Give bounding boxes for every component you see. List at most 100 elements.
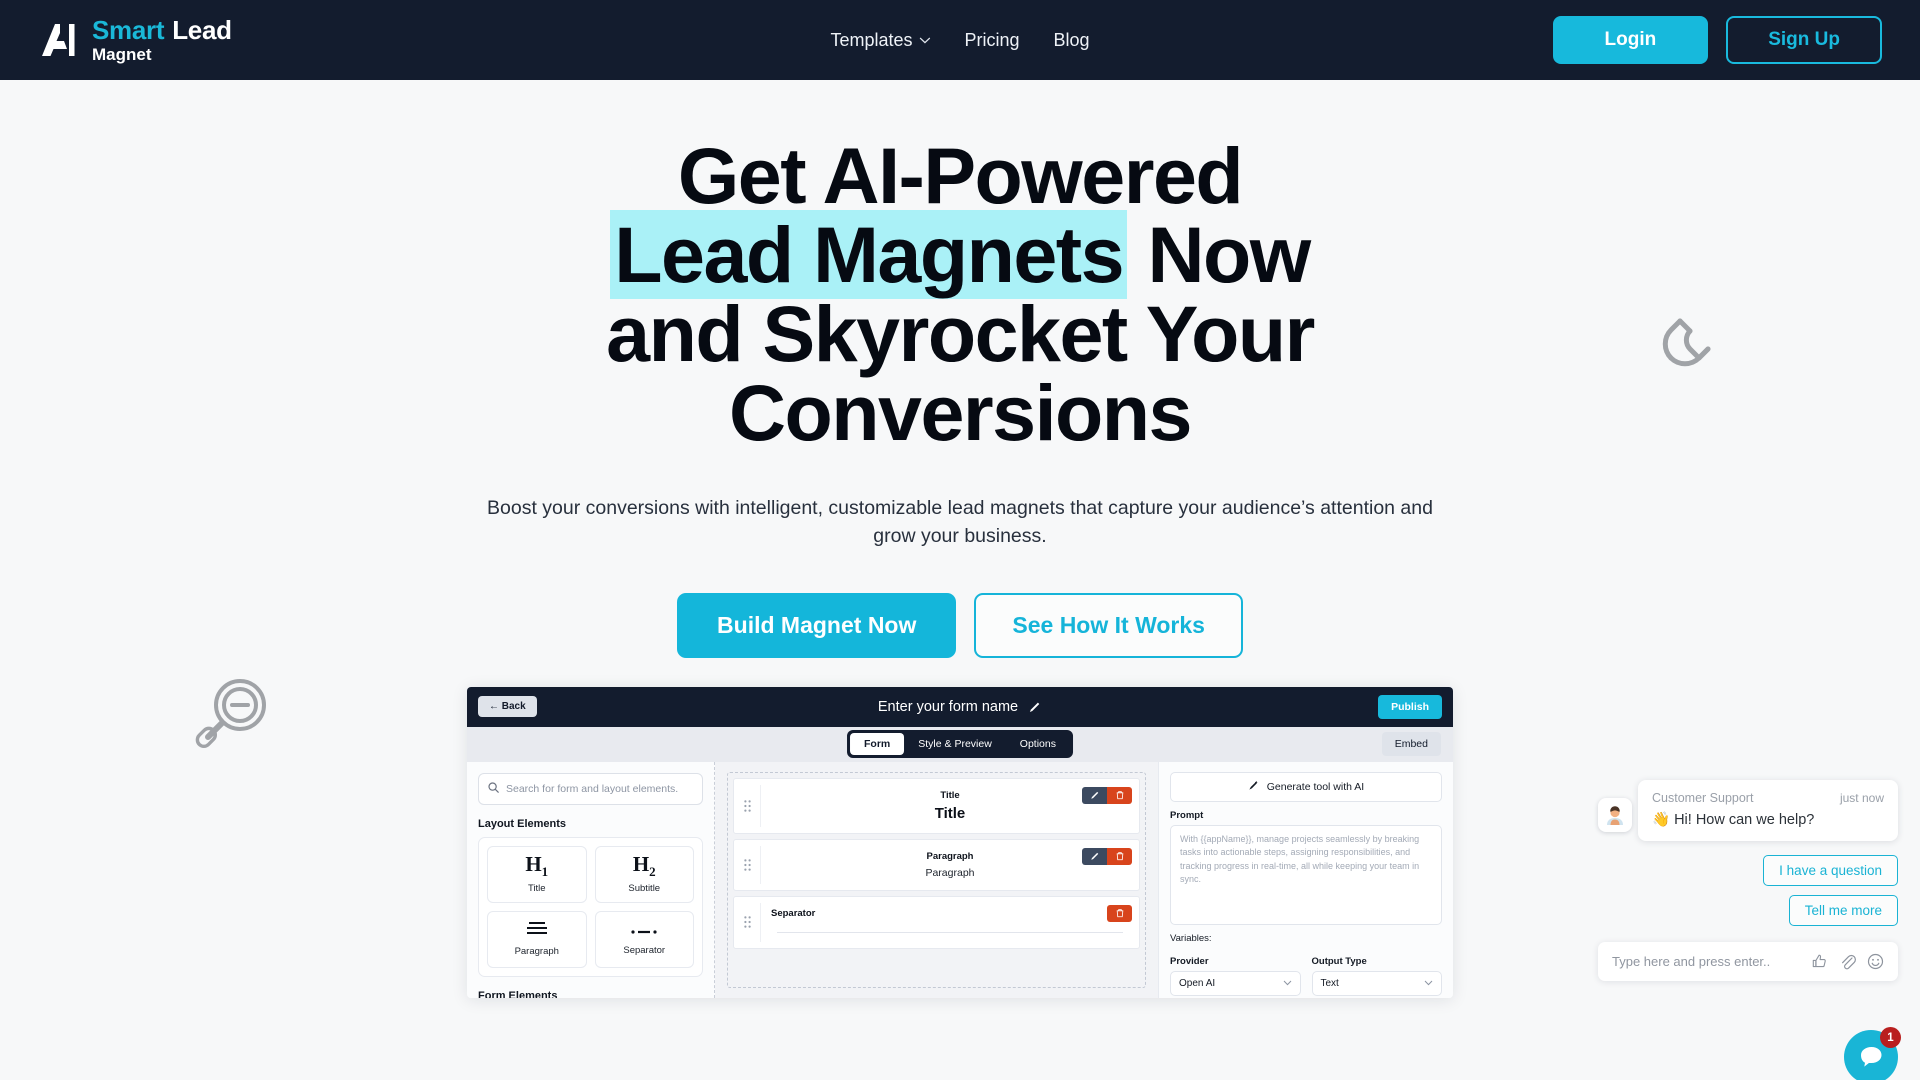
element-card-title[interactable]: H1 Title [487,845,587,903]
form-canvas[interactable]: Title Title Paragraph Paragraph Separato… [727,771,1146,988]
card-value: Paragraph [925,866,975,879]
chat-timestamp: just now [1839,791,1884,805]
nav-item-pricing-label: Pricing [964,29,1020,50]
logo-smart-text: Smart [92,15,165,45]
pencil-icon[interactable] [1028,700,1042,714]
hero-content: Get AI-Powered Lead Magnets Now and Skyr… [460,80,1460,658]
drag-handle-icon[interactable] [734,845,761,884]
builder-tabs: Form Style & Preview Options [847,730,1073,759]
chat-input-bar[interactable]: Type here and press enter.. [1598,942,1898,981]
hero-cta-group: Build Magnet Now See How It Works [460,592,1460,658]
generate-tool-with-ai-button[interactable]: Generate tool with AI [1170,771,1442,802]
quick-reply-tell-me-more[interactable]: Tell me more [1788,895,1898,926]
chat-launcher-button[interactable]: 1 [1844,1027,1901,1080]
h1-icon: H1 [525,852,549,880]
tab-form[interactable]: Form [850,733,905,756]
login-button[interactable]: Login [1552,16,1709,64]
top-navbar: Smart Lead Magnet Templates Pricing Blog … [0,0,1920,80]
builder-tabbar: Form Style & Preview Options Embed [467,726,1453,762]
element-card-paragraph-label: Paragraph [514,946,559,958]
card-actions [1082,847,1132,865]
prompt-label: Prompt [1170,809,1204,821]
nav-item-blog-label: Blog [1053,29,1090,50]
delete-separator-button[interactable] [1107,904,1132,922]
elements-panel: Search for form and layout elements. Lay… [467,761,715,998]
ai-settings-panel: Generate tool with AI Prompt With {{appN… [1158,761,1453,998]
hero-title-line-3: and Skyrocket Your [606,289,1315,378]
chat-input-placeholder: Type here and press enter.. [1612,954,1771,969]
chat-message-row: Customer Support just now 👋 Hi! How can … [1598,780,1898,841]
element-card-paragraph[interactable]: Paragraph [487,910,587,968]
prompt-textarea[interactable]: With {{appName}}, manage projects seamle… [1170,824,1442,925]
search-input[interactable]: Search for form and layout elements. [478,772,703,805]
signup-button[interactable]: Sign Up [1726,16,1882,64]
hero-section: Get AI-Powered Lead Magnets Now and Skyr… [0,80,1920,1080]
table-row[interactable]: Paragraph Paragraph [733,838,1140,891]
table-row[interactable]: Separator [733,895,1140,949]
embed-button[interactable]: Embed [1381,732,1441,757]
nav-item-pricing[interactable]: Pricing [964,30,1019,51]
paperclip-icon[interactable] [1839,953,1856,970]
output-type-value: Text [1320,977,1339,989]
chat-sender-name: Customer Support [1652,791,1754,805]
quick-reply-i-have-a-question[interactable]: I have a question [1763,855,1898,886]
output-type-select[interactable]: Text [1311,970,1442,996]
logo-lead-text: Lead [172,15,232,45]
nav-actions: Login Sign Up [1552,16,1882,64]
chevron-down-icon [1283,978,1292,989]
element-card-subtitle-label: Subtitle [628,882,661,894]
element-card-subtitle[interactable]: H2 Subtitle [594,845,694,903]
thumbs-up-icon[interactable] [1811,953,1828,970]
tab-options[interactable]: Options [1006,733,1070,755]
magic-wand-icon [1248,780,1259,794]
nav-item-templates-label: Templates [830,29,913,50]
card-kind-label: Separator [771,907,816,919]
logo-wordmark: Smart Lead Magnet [92,17,232,63]
emoji-icon[interactable] [1867,953,1884,970]
provider-label: Provider [1170,955,1209,967]
delete-title-button[interactable] [1107,786,1132,804]
table-row[interactable]: Title Title [733,777,1140,834]
magnet-icon [1659,312,1725,377]
layout-elements-heading: Layout Elements [478,817,567,830]
build-magnet-button[interactable]: Build Magnet Now [677,592,957,658]
form-canvas-wrap: Title Title Paragraph Paragraph Separato… [715,761,1158,998]
chat-unread-badge: 1 [1880,1027,1901,1048]
hero-title-line-2: Lead Magnets Now [460,210,1460,299]
publish-button[interactable]: Publish [1378,694,1442,719]
nav-item-templates[interactable]: Templates [830,29,931,51]
chat-quick-replies: I have a question Tell me more [1598,855,1898,926]
search-icon [488,780,499,798]
card-actions [1082,786,1132,804]
provider-group: Provider Open AI [1170,948,1301,996]
tab-style-preview[interactable]: Style & Preview [904,733,1006,755]
card-kind-label: Title [940,789,960,801]
chevron-down-icon [919,37,931,44]
back-button[interactable]: ← Back [478,696,537,718]
paragraph-lines-icon [526,921,548,942]
form-name-text: Enter your form name [877,698,1019,715]
magnify-minus-icon [188,673,274,764]
separator-dash-icon [631,923,657,941]
drag-handle-icon[interactable] [734,902,761,942]
brand-logo[interactable]: Smart Lead Magnet [38,17,232,63]
delete-paragraph-button[interactable] [1107,847,1132,865]
edit-paragraph-button[interactable] [1082,847,1107,865]
element-card-separator[interactable]: Separator [594,910,694,968]
layout-elements-grid: H1 Title H2 Subtitle Paragraph Separator [478,836,703,977]
provider-value: Open AI [1179,977,1216,989]
nav-item-blog[interactable]: Blog [1054,30,1090,51]
edit-title-button[interactable] [1082,786,1107,804]
hero-title-highlight: Lead Magnets [610,210,1128,299]
hero-title-line-2-tail: Now [1147,210,1311,299]
drag-handle-icon[interactable] [734,784,761,827]
h2-icon: H2 [632,852,656,880]
provider-select[interactable]: Open AI [1170,970,1301,996]
variables-label: Variables: [1170,932,1212,944]
form-name-field[interactable]: Enter your form name [878,699,1042,715]
chat-widget: Customer Support just now 👋 Hi! How can … [1598,780,1901,1080]
generate-tool-label: Generate tool with AI [1266,780,1365,793]
see-how-it-works-button[interactable]: See How It Works [974,592,1243,658]
logo-ai-mark [38,20,82,60]
card-value: Title [934,804,966,822]
